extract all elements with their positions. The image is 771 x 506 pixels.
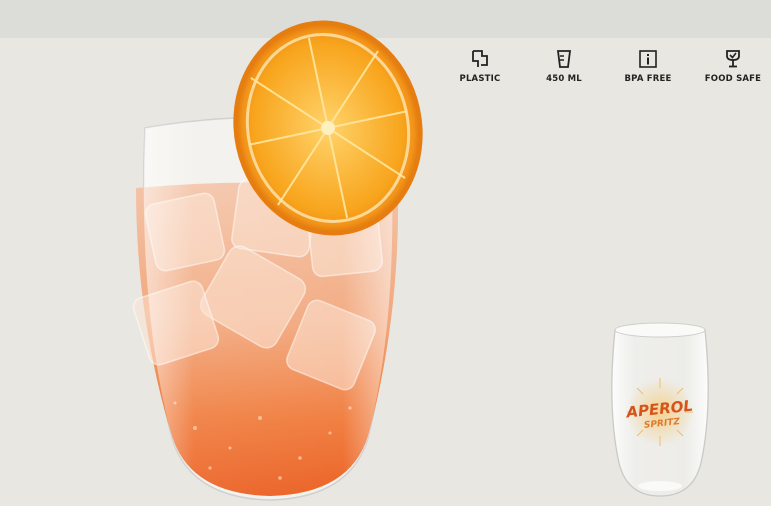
- material-icon: [472, 50, 488, 67]
- feature-capacity: 450 ML: [529, 50, 599, 84]
- product-tumbler-image: APEROL SPRITZ: [611, 322, 709, 497]
- feature-plastic: PLASTIC: [445, 50, 515, 84]
- capacity-icon: [557, 50, 571, 68]
- feature-label: PLASTIC: [459, 74, 501, 84]
- aperol-spritz-hero-image: [132, 20, 423, 501]
- feature-label: FOOD SAFE: [704, 74, 762, 84]
- feature-label: BPA FREE: [624, 74, 672, 84]
- feature-food-safe: FOOD SAFE: [698, 50, 768, 84]
- food-safe-glass-icon: [726, 50, 740, 68]
- feature-bpa-free: BPA FREE: [613, 50, 683, 84]
- feature-label: 450 ML: [546, 74, 582, 84]
- feature-list: PLASTIC 450 ML BPA FREE FOOD SAFE: [450, 50, 771, 100]
- info-icon: [639, 50, 657, 68]
